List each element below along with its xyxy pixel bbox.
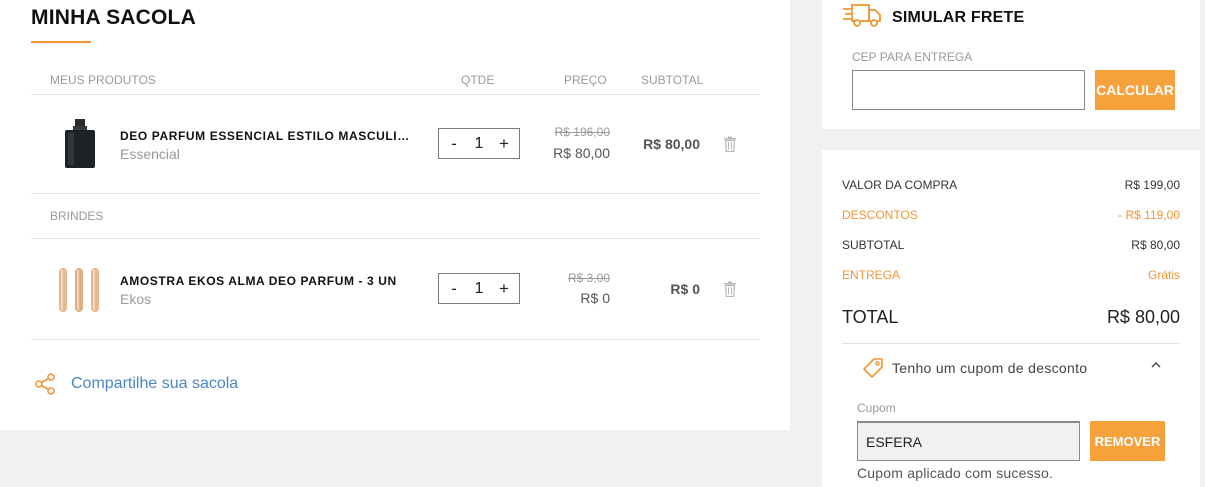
divider xyxy=(31,193,760,194)
product-name[interactable]: DEO PARFUM ESSENCIAL ESTILO MASCULINO xyxy=(120,129,412,143)
shipping-title: SIMULAR FRETE xyxy=(892,9,1025,26)
divider xyxy=(31,94,760,95)
calculate-button[interactable]: CALCULAR xyxy=(1095,70,1175,110)
summary-row-delivery: ENTREGA Grátis xyxy=(842,268,1180,282)
cart-panel: MINHA SACOLA MEUS PRODUTOS QTDE PREÇO SU… xyxy=(0,0,790,430)
qty-plus-button[interactable]: + xyxy=(497,279,511,299)
title-underline xyxy=(31,41,91,43)
qty-minus-button[interactable]: - xyxy=(447,279,461,299)
chevron-up-icon[interactable] xyxy=(1150,359,1162,371)
share-cart-label[interactable]: Compartilhe sua sacola xyxy=(71,375,238,393)
summary-row-purchase-value: VALOR DA COMPRA R$ 199,00 xyxy=(842,178,1180,192)
quantity-stepper: - 1 + xyxy=(438,128,520,159)
summary-value: Grátis xyxy=(1147,268,1180,282)
qty-plus-button[interactable]: + xyxy=(497,134,511,154)
order-summary-panel: VALOR DA COMPRA R$ 199,00 DESCONTOS - R$… xyxy=(822,150,1200,487)
trash-icon[interactable] xyxy=(723,136,737,152)
product-brand: Essencial xyxy=(120,146,180,162)
sample-vials-image[interactable] xyxy=(56,264,104,316)
total-value: R$ 80,00 xyxy=(1106,307,1180,327)
quantity-stepper: - 1 + xyxy=(438,273,520,304)
coupon-toggle-label[interactable]: Tenho um cupom de desconto xyxy=(892,360,1087,376)
qty-value[interactable]: 1 xyxy=(475,135,484,153)
gifts-label: BRINDES xyxy=(50,209,104,223)
coupon-label: Cupom xyxy=(857,401,896,415)
summary-value: R$ 199,00 xyxy=(1124,178,1180,192)
shipping-panel: SIMULAR FRETE CEP PARA ENTREGA CALCULAR xyxy=(822,0,1200,129)
remove-coupon-button[interactable]: REMOVER xyxy=(1090,421,1165,461)
old-price: R$ 3,00 xyxy=(567,271,610,285)
gift-name[interactable]: AMOSTRA EKOS ALMA DEO PARFUM - 3 UN xyxy=(120,274,412,288)
trash-icon[interactable] xyxy=(723,281,737,297)
coupon-input[interactable]: ESFERA xyxy=(857,421,1080,461)
divider xyxy=(31,238,760,239)
gift-brand: Ekos xyxy=(120,291,152,307)
col-header-products: MEUS PRODUTOS xyxy=(50,73,156,87)
item-subtotal: R$ 0 xyxy=(670,281,700,297)
coupon-toggle[interactable]: Tenho um cupom de desconto xyxy=(862,357,1172,379)
divider xyxy=(31,339,760,340)
cep-input[interactable] xyxy=(852,70,1085,110)
share-icon xyxy=(35,373,55,395)
perfume-bottle-image[interactable] xyxy=(60,118,100,170)
old-price: R$ 196,00 xyxy=(554,125,610,139)
truck-icon xyxy=(843,4,881,27)
page-title: MINHA SACOLA xyxy=(31,6,196,29)
summary-label: ENTREGA xyxy=(842,268,901,282)
divider xyxy=(842,343,1180,344)
qty-minus-button[interactable]: - xyxy=(447,134,461,154)
price: R$ 80,00 xyxy=(553,145,610,161)
share-cart-link[interactable]: Compartilhe sua sacola xyxy=(33,372,238,396)
summary-row-discounts: DESCONTOS - R$ 119,00 xyxy=(842,208,1180,222)
total-label: TOTAL xyxy=(842,307,899,327)
summary-label: VALOR DA COMPRA xyxy=(842,178,958,192)
qty-value[interactable]: 1 xyxy=(475,280,484,298)
summary-label: DESCONTOS xyxy=(842,208,918,222)
cep-label: CEP PARA ENTREGA xyxy=(852,50,973,64)
price: R$ 0 xyxy=(580,290,610,306)
col-header-qty: QTDE xyxy=(461,73,495,87)
summary-value: R$ 80,00 xyxy=(1131,238,1180,252)
col-header-subtotal: SUBTOTAL xyxy=(641,73,704,87)
summary-total: TOTAL R$ 80,00 xyxy=(842,307,1180,328)
summary-value: - R$ 119,00 xyxy=(1118,208,1180,222)
summary-row-subtotal: SUBTOTAL R$ 80,00 xyxy=(842,238,1180,252)
item-subtotal: R$ 80,00 xyxy=(643,136,700,152)
col-header-price: PREÇO xyxy=(564,73,607,87)
summary-label: SUBTOTAL xyxy=(842,238,905,252)
tag-icon xyxy=(863,358,883,378)
coupon-success-message: Cupom aplicado com sucesso. xyxy=(857,465,1054,481)
